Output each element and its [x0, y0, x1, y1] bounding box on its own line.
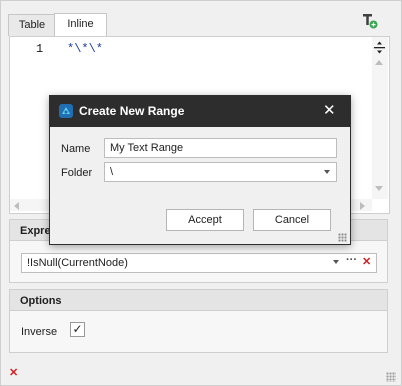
cancel-button[interactable]: Cancel [253, 209, 331, 231]
folder-label: Folder [61, 167, 93, 179]
chevron-down-icon[interactable] [333, 260, 339, 264]
name-input[interactable] [104, 138, 337, 158]
expression-builder-button[interactable]: ··· [346, 254, 357, 266]
app-logo-icon [59, 104, 73, 118]
add-column-icon[interactable] [361, 12, 379, 30]
close-icon[interactable]: ✕ [323, 101, 336, 119]
checkmark-icon: ✓ [72, 322, 83, 336]
resize-grip[interactable] [386, 372, 396, 382]
dialog-resize-grip[interactable] [338, 233, 347, 242]
expression-value[interactable]: !IsNull(CurrentNode) [27, 257, 128, 269]
split-editor-icon[interactable] [373, 41, 386, 54]
tab-inline[interactable]: Inline [54, 13, 107, 37]
scroll-up-arrow-icon[interactable] [375, 60, 383, 65]
scroll-down-arrow-icon[interactable] [375, 186, 383, 191]
clear-icon[interactable]: ✕ [9, 366, 18, 379]
tab-table[interactable]: Table [8, 14, 56, 36]
scroll-left-arrow-icon[interactable] [14, 202, 19, 210]
code-line[interactable]: *\*\* [67, 42, 103, 56]
line-number: 1 [36, 42, 44, 56]
name-label: Name [61, 143, 91, 155]
inverse-label: Inverse [21, 326, 58, 338]
folder-select[interactable] [104, 162, 337, 182]
clear-expression-icon[interactable]: ✕ [362, 255, 371, 268]
scroll-right-arrow-icon[interactable] [360, 202, 365, 210]
accept-button[interactable]: Accept [166, 209, 244, 231]
inverse-checkbox[interactable]: ✓ [70, 322, 85, 337]
chevron-down-icon[interactable] [324, 170, 330, 174]
dialog-title: Create New Range [79, 104, 185, 118]
folder-value[interactable]: \ [110, 166, 113, 178]
options-group-body [9, 311, 388, 353]
options-group-header[interactable]: Options [9, 289, 388, 311]
